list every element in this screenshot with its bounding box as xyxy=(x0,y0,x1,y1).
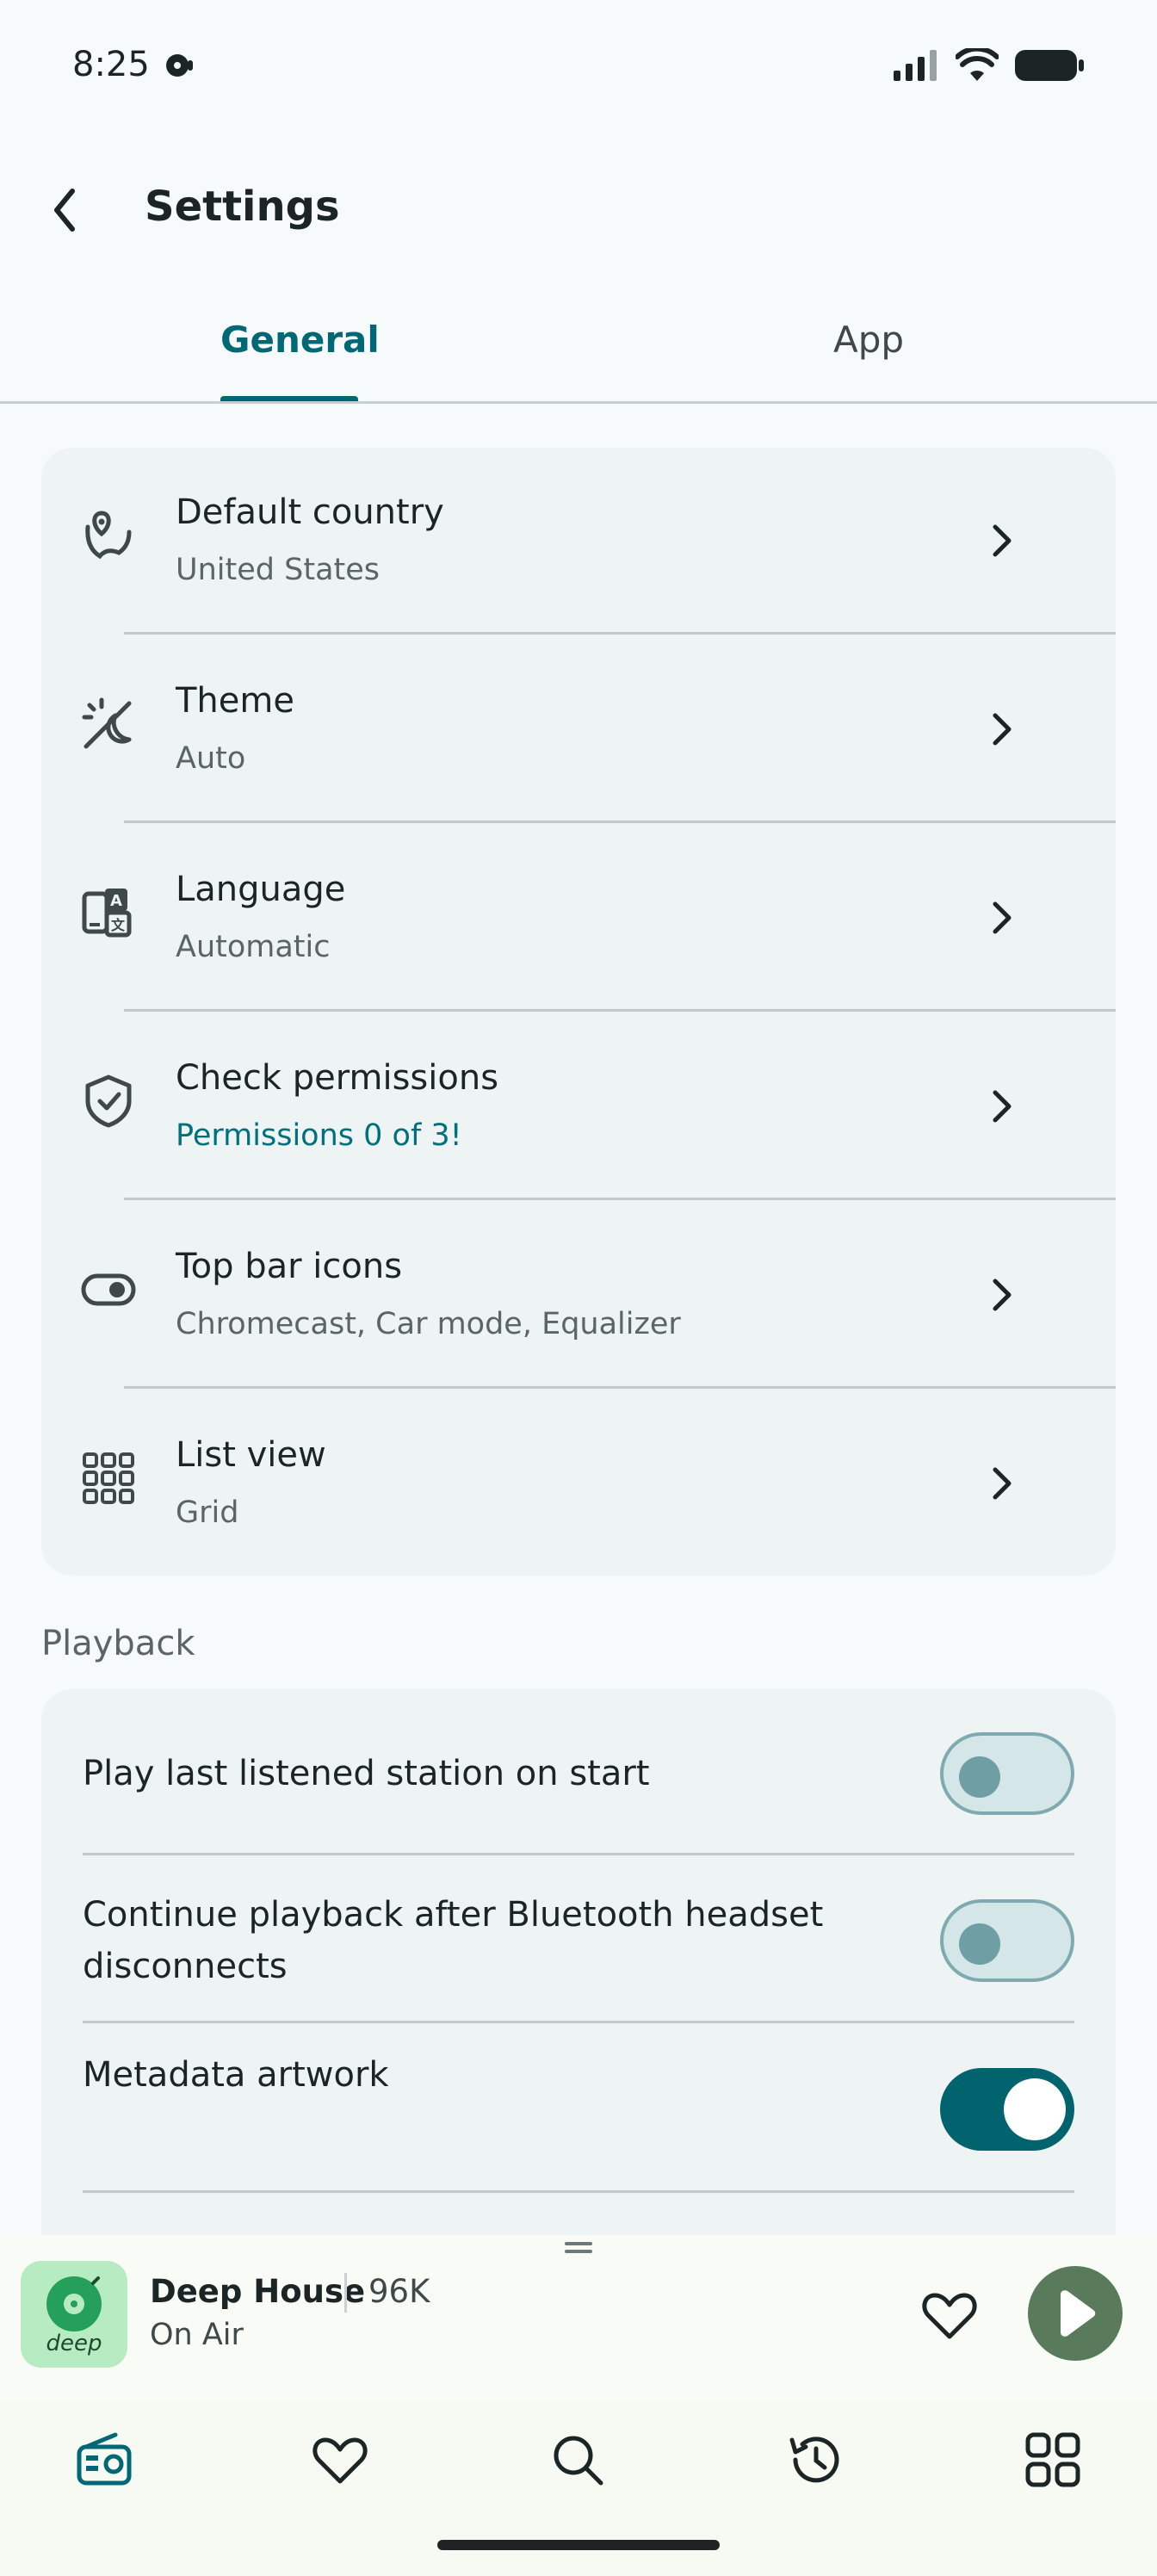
setting-language[interactable]: A文 Language Automatic xyxy=(41,825,1074,1013)
chevron-right-icon xyxy=(993,524,1012,557)
theme-icon xyxy=(82,697,132,749)
toggle-metadata-artwork[interactable] xyxy=(940,2068,1074,2151)
favorite-button[interactable] xyxy=(919,2285,980,2345)
divider xyxy=(83,1853,1074,1855)
separator xyxy=(344,2273,347,2313)
setting-value: United States xyxy=(176,553,381,587)
setting-value: Permissions 0 of 3! xyxy=(176,1118,462,1153)
wifi-icon xyxy=(956,48,999,81)
station-bitrate: 96K xyxy=(368,2273,430,2310)
favorites-icon[interactable] xyxy=(310,2430,370,2490)
setting-title: Top bar icons xyxy=(176,1247,403,1286)
notification-icon xyxy=(162,48,196,86)
tab-app[interactable]: App xyxy=(833,319,904,361)
toggle-knob xyxy=(1004,2078,1066,2140)
status-time: 8:25 xyxy=(72,45,150,84)
setting-value: Grid xyxy=(176,1495,239,1530)
divider xyxy=(124,1386,1116,1389)
signal-icon xyxy=(894,50,937,81)
toggle-label: Continue playback after Bluetooth headse… xyxy=(83,1895,824,1986)
svg-text:deep: deep xyxy=(46,2331,102,2356)
toggle-label: Metadata artwork xyxy=(83,2055,389,2095)
station-name: Deep House xyxy=(150,2273,366,2310)
setting-value: Chromecast, Car mode, Equalizer xyxy=(176,1307,681,1341)
setting-top-bar-icons[interactable]: Top bar icons Chromecast, Car mode, Equa… xyxy=(41,1202,1074,1390)
toggle-knob xyxy=(959,1923,1000,1965)
search-icon[interactable] xyxy=(548,2430,608,2490)
setting-title: Language xyxy=(176,870,346,909)
tab-divider xyxy=(0,401,1157,404)
map-pin-icon xyxy=(85,511,132,560)
play-button[interactable] xyxy=(1028,2266,1123,2361)
shield-check-icon xyxy=(85,1074,132,1128)
home-indicator[interactable] xyxy=(437,2540,720,2550)
divider xyxy=(124,820,1116,823)
back-button[interactable] xyxy=(52,183,95,238)
divider xyxy=(124,1198,1116,1200)
playback-settings-card: Play last listened station on start Cont… xyxy=(41,1689,1116,2240)
history-icon[interactable] xyxy=(785,2430,845,2490)
setting-title: Theme xyxy=(176,681,294,721)
station-status: On Air xyxy=(150,2318,244,2352)
setting-value: Auto xyxy=(176,741,246,776)
chevron-right-icon xyxy=(993,1090,1012,1123)
station-logo-icon: deep xyxy=(21,2261,127,2368)
setting-default-country[interactable]: Default country United States xyxy=(41,448,1074,636)
toggle-play-last-station[interactable] xyxy=(940,1732,1074,1815)
divider xyxy=(124,632,1116,635)
setting-value: Automatic xyxy=(176,930,331,964)
status-icons xyxy=(892,48,1085,83)
setting-title: Default country xyxy=(176,492,444,532)
page-title: Settings xyxy=(145,183,340,231)
translate-icon: A文 xyxy=(82,889,132,938)
setting-list-view[interactable]: List view Grid xyxy=(41,1390,1074,1579)
svg-text:A: A xyxy=(110,892,122,910)
setting-title: Check permissions xyxy=(176,1058,499,1098)
radio-icon[interactable] xyxy=(74,2430,134,2490)
setting-check-permissions[interactable]: Check permissions Permissions 0 of 3! xyxy=(41,1013,1074,1202)
divider xyxy=(83,2190,1074,2193)
apps-icon[interactable] xyxy=(1023,2430,1083,2490)
battery-icon xyxy=(1015,50,1084,81)
svg-text:文: 文 xyxy=(111,917,126,933)
toggle-icon xyxy=(81,1273,136,1306)
general-settings-card: Default country United States Theme Auto… xyxy=(41,448,1116,1576)
toggle-knob xyxy=(959,1756,1000,1798)
setting-title: List view xyxy=(176,1435,326,1475)
setting-theme[interactable]: Theme Auto xyxy=(41,636,1074,825)
station-artwork[interactable]: deep xyxy=(21,2261,127,2368)
section-label-playback: Playback xyxy=(41,1624,195,1663)
drag-handle-icon[interactable] xyxy=(565,2242,592,2254)
toggle-continue-bluetooth[interactable] xyxy=(940,1899,1074,1982)
play-icon xyxy=(1061,2290,1096,2337)
chevron-right-icon xyxy=(993,901,1012,934)
toggle-label: Play last listened station on start xyxy=(83,1754,650,1793)
divider xyxy=(124,1009,1116,1012)
divider xyxy=(83,2021,1074,2023)
chevron-right-icon xyxy=(993,1467,1012,1500)
tab-general[interactable]: General xyxy=(220,319,380,361)
chevron-right-icon xyxy=(993,713,1012,746)
chevron-right-icon xyxy=(993,1279,1012,1311)
grid-icon xyxy=(83,1452,134,1504)
back-arrow-icon xyxy=(54,189,75,232)
